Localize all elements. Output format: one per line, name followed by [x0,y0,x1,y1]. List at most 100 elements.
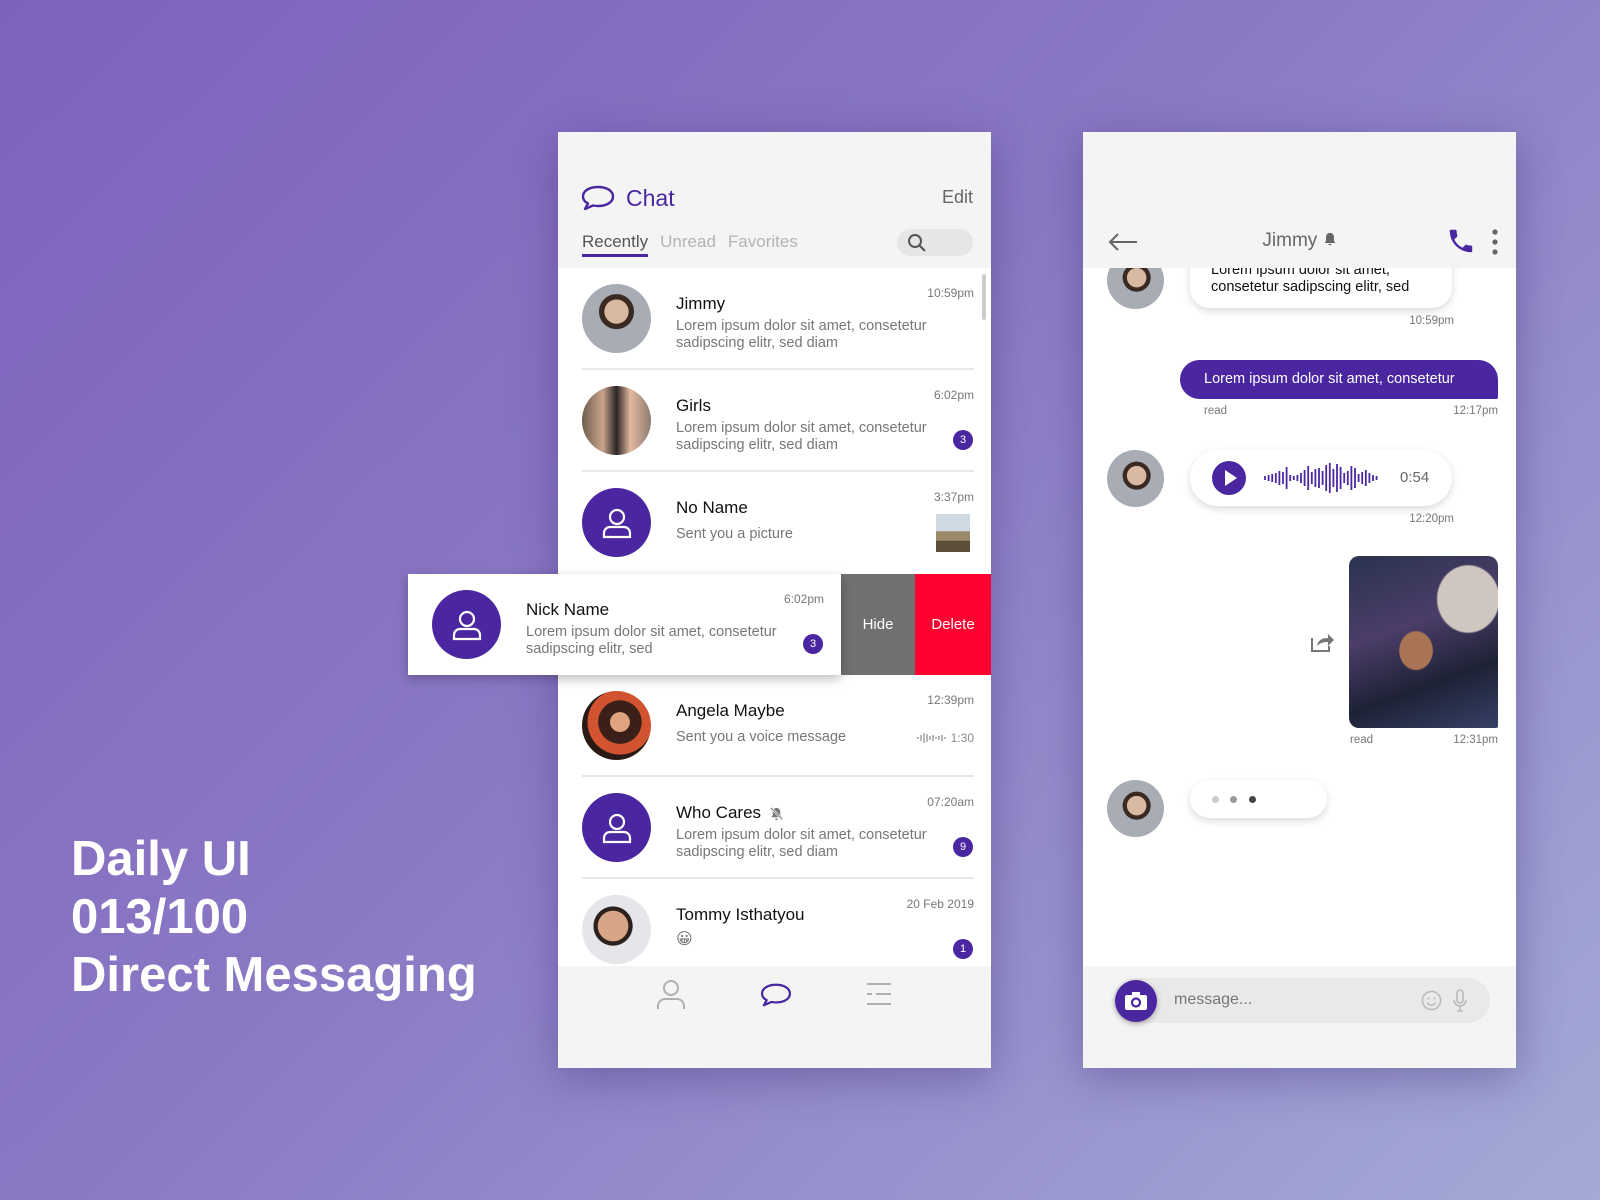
edit-button[interactable]: Edit [942,187,973,208]
message-preview: Lorem ipsum dolor sit amet, consetetur s… [526,624,777,657]
contact-name: Girls [676,396,711,415]
search-button[interactable] [897,229,973,256]
chat-icon[interactable] [759,982,793,1008]
message-preview: Lorem ipsum dolor sit amet, consetetur s… [676,318,927,351]
play-button[interactable] [1211,460,1247,496]
conversation-row[interactable]: Girls Lorem ipsum dolor sit amet, conset… [558,370,991,472]
avatar [582,386,651,455]
delete-button[interactable]: Delete [915,574,991,675]
emoji-icon[interactable] [1421,990,1442,1011]
contact-name: No Name [676,498,748,517]
search-icon [908,234,926,252]
voice-duration: 1:30 [950,731,974,745]
picture-thumbnail[interactable] [936,514,970,552]
contact-name-text: Who Cares [676,803,762,822]
caption: Daily UI 013/100 Direct Messaging [71,830,477,1004]
tab-unread[interactable]: Unread [660,232,716,257]
menu-icon[interactable] [866,982,892,1006]
message-text: Lorem ipsum dolor sit amet, consetetur [1204,371,1455,387]
avatar [582,691,651,760]
tab-favorites[interactable]: Favorites [728,232,798,257]
voice-message: 0:54 [1190,450,1452,506]
tab-bar: Recently Unread Favorites [582,232,798,257]
swiped-conversation-row[interactable]: Nick Name Lorem ipsum dolor sit amet, co… [408,574,841,675]
profile-icon[interactable] [655,978,687,1010]
message-preview: Sent you a picture [676,526,793,542]
bell-icon[interactable] [1323,232,1337,246]
message-text: consetetur sadipscing elitr, sed [1211,279,1410,295]
user-icon [602,508,631,538]
tab-recently[interactable]: Recently [582,232,649,257]
camera-button[interactable] [1115,980,1157,1022]
contact-name: Angela Maybe [676,701,785,720]
typing-dot [1230,796,1237,803]
timestamp: 3:37pm [933,490,974,504]
phone-call-icon[interactable] [1446,226,1476,256]
message-time: 12:17pm [1453,405,1498,417]
unread-badge: 3 [803,634,823,654]
user-icon [452,610,481,640]
read-status: read [1350,734,1374,746]
timestamp: 07:20am [927,795,974,809]
conversation-row[interactable]: Jimmy Lorem ipsum dolor sit amet, conset… [558,268,991,370]
composer-bar: message... [1083,966,1516,1068]
voice-message-indicator: 1:30 [917,731,974,745]
voice-duration: 0:54 [1400,469,1430,486]
caption-line: Direct Messaging [71,948,477,1002]
read-status: read [1204,405,1228,417]
muted-bell-icon [770,806,783,820]
hide-button[interactable]: Hide [841,574,915,675]
microphone-icon[interactable] [1452,989,1468,1013]
user-icon [602,813,631,843]
conversation-screen: Jimmy Lorem ipsum dolor sit amet, conset… [1083,132,1516,1068]
contact-name: Tommy Isthatyou [676,905,805,924]
message-input[interactable]: message... [1113,978,1490,1023]
caption-line: 013/100 [71,890,249,944]
avatar [582,284,651,353]
emoji-preview: 😀 [676,931,693,948]
typing-dot [1212,796,1219,803]
avatar [582,895,651,964]
contact-avatar [1107,780,1164,837]
contact-name: Jimmy [1262,230,1318,251]
conversation-row[interactable]: Angela Maybe Sent you a voice message 12… [558,675,991,777]
typing-dot [1249,796,1256,803]
conversation-row[interactable]: No Name Sent you a picture 3:37pm [558,472,991,574]
message-time: 12:31pm [1453,734,1498,746]
sent-image[interactable] [1349,556,1498,728]
avatar [432,590,501,659]
more-options-icon[interactable] [1491,229,1499,255]
contact-avatar [1107,450,1164,507]
caption-line: Daily UI [71,832,251,886]
message-preview: Lorem ipsum dolor sit amet, consetetur s… [676,827,927,860]
message-preview: Sent you a voice message [676,729,847,745]
timestamp: 12:39pm [927,693,974,707]
avatar [582,488,651,557]
message-preview: Lorem ipsum dolor sit amet, consetetur s… [676,420,927,453]
bottom-nav [558,966,991,1068]
camera-icon [1125,992,1147,1010]
avatar [582,793,651,862]
page-title: Chat [580,184,675,212]
conversation-row[interactable]: Who Cares Lorem ipsum dolor sit amet, co… [558,777,991,879]
share-icon[interactable] [1309,630,1335,654]
sent-message: Lorem ipsum dolor sit amet, consetetur [1180,360,1498,399]
waveform-icon [917,733,946,743]
chat-bubble-icon [581,185,615,211]
timestamp: 6:02pm [783,592,824,606]
scrollbar[interactable] [982,274,986,320]
waveform-icon [1264,463,1378,493]
input-placeholder: message... [1174,991,1253,1008]
unread-badge: 9 [953,837,973,857]
timestamp: 6:02pm [933,388,974,402]
timestamp: 20 Feb 2019 [906,897,974,911]
contact-name: Jimmy [676,294,726,313]
unread-badge: 3 [953,430,973,450]
conversation-header: Jimmy [1083,132,1516,268]
message-time: 12:20pm [1409,513,1454,525]
title-text: Chat [626,184,675,211]
contact-name: Nick Name [526,600,610,619]
typing-indicator [1190,780,1327,818]
timestamp: 10:59pm [927,286,974,300]
unread-badge: 1 [953,939,973,959]
